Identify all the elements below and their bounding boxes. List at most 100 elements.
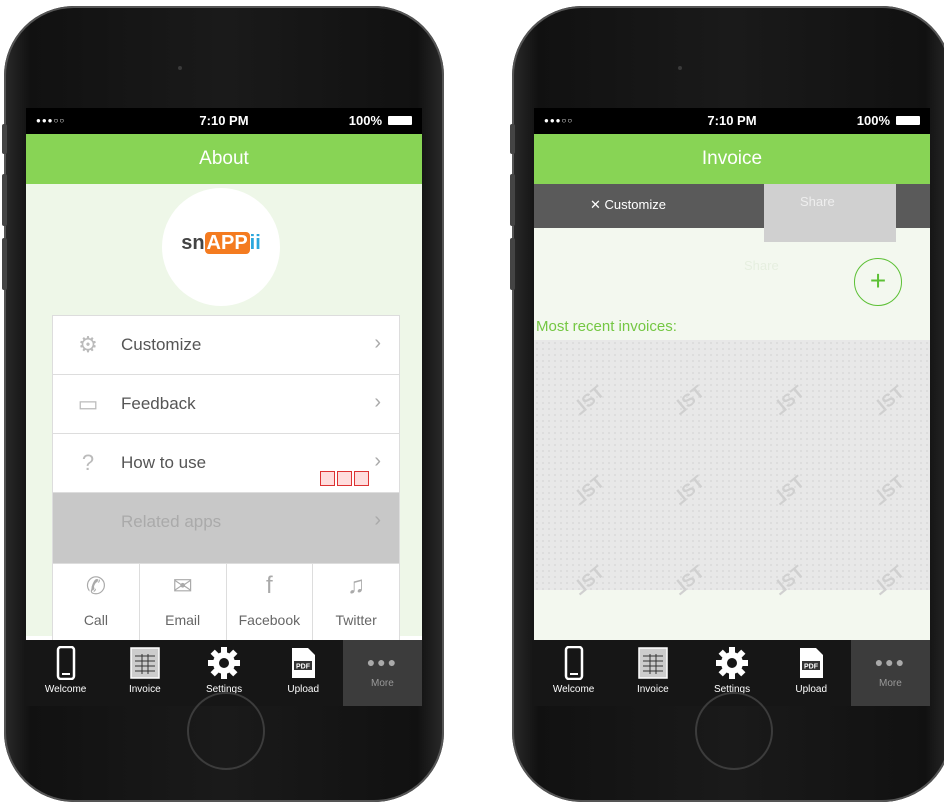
- tab-label: Welcome: [552, 684, 595, 695]
- battery-icon: [896, 116, 920, 125]
- tab-label: Upload: [795, 684, 828, 695]
- tab-upload[interactable]: PDF Upload: [772, 640, 851, 706]
- tab-welcome[interactable]: Welcome: [26, 640, 105, 706]
- watermark-icon: ᒧST: [569, 381, 609, 419]
- tab-label: Welcome: [44, 684, 87, 695]
- chevron-right-icon: ›: [374, 509, 381, 531]
- tab-label: Upload: [287, 684, 320, 695]
- logo-part-app: APP: [204, 232, 250, 254]
- app-logo: sn APP ii: [162, 188, 280, 306]
- tab-welcome[interactable]: Welcome: [534, 640, 613, 706]
- tab-label: More: [879, 678, 902, 689]
- home-button[interactable]: [695, 692, 773, 770]
- page-title: Invoice: [534, 134, 930, 184]
- tab-invoice[interactable]: Invoice: [105, 640, 184, 706]
- screen-about: ●●●○○ 7:10 PM 100% About sn APP ii ⚙ Custo…: [26, 108, 422, 706]
- tab-label: Invoice: [128, 684, 161, 695]
- pdf-icon: PDF: [800, 648, 824, 678]
- add-invoice-button[interactable]: +: [854, 258, 902, 306]
- phone-frame-right: ●●●○○ 7:10 PM 100% Invoice ✕ Customize S…: [510, 6, 944, 802]
- menu-item-label: Feedback: [121, 394, 196, 413]
- camera-dot: [678, 66, 682, 70]
- recent-invoices-label: Most recent invoices:: [536, 318, 677, 335]
- volume-down-button: [2, 238, 7, 290]
- logo-part-ii: ii: [249, 232, 261, 254]
- battery-percent: 100%: [856, 113, 890, 128]
- social-call[interactable]: ✆ Call: [53, 564, 140, 642]
- menu-item-related-apps[interactable]: Related apps ›: [53, 493, 399, 564]
- menu-item-label: How to use: [121, 453, 207, 472]
- share-label: Share: [800, 194, 835, 209]
- watermark-icon: ᒧST: [869, 381, 909, 419]
- gear-icon: [208, 647, 240, 679]
- phone-icon: ✆: [85, 573, 106, 600]
- question-icon: ?: [81, 450, 95, 475]
- menu-item-customize[interactable]: ⚙ Customize ›: [53, 316, 399, 375]
- volume-down-button: [510, 238, 515, 290]
- tab-invoice[interactable]: Invoice: [613, 640, 692, 706]
- pdf-icon: PDF: [292, 648, 316, 678]
- envelope-icon: ✉: [172, 573, 193, 600]
- menu-item-label: Related apps: [121, 512, 222, 531]
- watermark-icon: ᒧST: [869, 471, 909, 509]
- mute-switch: [510, 124, 515, 154]
- social-label: Email: [165, 612, 201, 628]
- social-label: Facebook: [238, 612, 301, 628]
- invoice-grid-icon: [130, 647, 160, 679]
- customize-label: Customize: [604, 197, 666, 212]
- customize-button[interactable]: ✕ Customize: [590, 197, 666, 213]
- chevron-right-icon: ›: [374, 332, 381, 354]
- battery-percent: 100%: [348, 113, 382, 128]
- social-row: ✆ Call ✉ Email f Facebook ♫ Twitter: [52, 563, 400, 643]
- about-menu: ⚙ Customize › ▭ Feedback › ? How to use …: [52, 315, 400, 565]
- phone-frame-left: ●●●○○ 7:10 PM 100% About sn APP ii ⚙ Custo…: [2, 6, 444, 802]
- logo-text: sn APP ii: [162, 232, 280, 255]
- social-twitter[interactable]: ♫ Twitter: [313, 564, 399, 642]
- social-label: Twitter: [335, 612, 377, 628]
- mute-switch: [2, 124, 7, 154]
- status-bar: ●●●○○ 7:10 PM 100%: [26, 108, 422, 134]
- tab-more[interactable]: ●●● More: [342, 640, 422, 706]
- pdf-badge: PDF: [804, 664, 819, 671]
- edit-tools: [318, 471, 369, 486]
- facebook-icon: f: [266, 572, 273, 599]
- tab-label: Invoice: [636, 684, 669, 695]
- copy-icon[interactable]: [320, 471, 335, 486]
- camera-dot: [178, 66, 182, 70]
- invoice-list-placeholder: ᒧST ᒧST ᒧST ᒧST ᒧST ᒧST ᒧST ᒧST ᒧST ᒧST …: [534, 340, 930, 599]
- social-label: Call: [83, 612, 108, 628]
- invoice-grid-icon: [638, 647, 668, 679]
- tools-icon: ✕: [590, 197, 601, 212]
- twitter-icon: ♫: [347, 572, 366, 599]
- gear-icon: [716, 647, 748, 679]
- logo-part-sn: sn: [181, 232, 205, 254]
- share-button[interactable]: Share: [764, 184, 896, 242]
- home-button[interactable]: [187, 692, 265, 770]
- gear-outline-icon: ⚙: [78, 332, 98, 357]
- battery-icon: [388, 116, 412, 125]
- watermark-icon: ᒧST: [669, 471, 709, 509]
- social-facebook[interactable]: f Facebook: [227, 564, 314, 642]
- tab-upload[interactable]: PDF Upload: [264, 640, 343, 706]
- chevron-right-icon: ›: [374, 391, 381, 413]
- close-icon[interactable]: [354, 471, 369, 486]
- volume-up-button: [510, 174, 515, 226]
- watermark-icon: ᒧST: [669, 381, 709, 419]
- tab-more[interactable]: ●●● More: [850, 640, 930, 706]
- phone-device-icon: [564, 646, 583, 680]
- volume-up-button: [2, 174, 7, 226]
- pdf-badge: PDF: [296, 664, 311, 671]
- watermark-icon: ᒧST: [769, 471, 809, 509]
- apps-icon: [75, 509, 101, 535]
- settings-small-icon[interactable]: [337, 471, 352, 486]
- menu-item-feedback[interactable]: ▭ Feedback ›: [53, 375, 399, 434]
- social-email[interactable]: ✉ Email: [140, 564, 227, 642]
- more-dots-icon: ●●●: [366, 654, 399, 670]
- page-title: About: [26, 134, 422, 184]
- screen-invoice: ●●●○○ 7:10 PM 100% Invoice ✕ Customize S…: [534, 108, 930, 706]
- tab-label: More: [371, 678, 394, 689]
- watermark-icon: ᒧST: [569, 471, 609, 509]
- status-bar: ●●●○○ 7:10 PM 100%: [534, 108, 930, 134]
- more-dots-icon: ●●●: [874, 654, 907, 670]
- menu-item-label: Customize: [121, 335, 202, 354]
